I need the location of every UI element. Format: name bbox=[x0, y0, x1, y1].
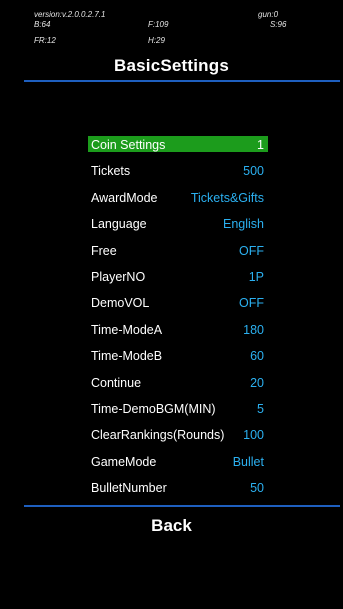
setting-label: GameMode bbox=[91, 454, 157, 469]
settings-row[interactable]: PlayerNO 1P bbox=[85, 268, 270, 294]
s-stat-text: S:96 bbox=[270, 20, 287, 29]
gun-text: gun:0 bbox=[258, 10, 279, 19]
setting-value: OFF bbox=[239, 243, 264, 258]
setting-value: 1P bbox=[248, 269, 264, 284]
page-title: BasicSettings bbox=[113, 56, 230, 75]
settings-row[interactable]: Tickets 500 bbox=[85, 162, 270, 188]
setting-value: OFF bbox=[239, 296, 264, 311]
settings-row[interactable]: Continue 20 bbox=[85, 374, 270, 400]
setting-value: 100 bbox=[243, 428, 264, 443]
setting-value: 60 bbox=[250, 349, 264, 364]
setting-label: Tickets bbox=[91, 164, 131, 179]
setting-label: Time-ModeA bbox=[91, 322, 163, 337]
setting-value: 50 bbox=[250, 481, 264, 496]
settings-row[interactable]: ClearRankings(Rounds) 100 bbox=[85, 426, 270, 452]
settings-row[interactable]: Time-ModeA 180 bbox=[85, 321, 270, 347]
setting-label: Time-ModeB bbox=[91, 349, 163, 364]
setting-label: Language bbox=[91, 217, 147, 232]
setting-value: 20 bbox=[250, 375, 264, 390]
fr-stat-text: FR:12 bbox=[34, 36, 56, 45]
settings-row[interactable]: Free OFF bbox=[85, 242, 270, 268]
setting-label: Continue bbox=[91, 375, 142, 390]
setting-value: 500 bbox=[243, 164, 264, 179]
settings-row[interactable]: Language English bbox=[85, 215, 270, 241]
setting-value: Tickets&Gifts bbox=[190, 190, 264, 205]
h-stat-text: H:29 bbox=[148, 36, 165, 45]
setting-label: Coin Settings bbox=[91, 138, 166, 152]
setting-label: Free bbox=[91, 243, 117, 258]
setting-value: 1 bbox=[257, 138, 264, 152]
setting-label: ClearRankings(Rounds) bbox=[91, 428, 225, 443]
version-text: version:v.2.0.0.2.7.1 bbox=[34, 10, 106, 19]
settings-row[interactable]: Time-ModeB 60 bbox=[85, 347, 270, 373]
b-stat-text: B:64 bbox=[34, 20, 51, 29]
setting-value: English bbox=[223, 217, 264, 232]
setting-value: 180 bbox=[243, 322, 264, 337]
setting-label: Time-DemoBGM(MIN) bbox=[91, 401, 216, 416]
setting-value: 5 bbox=[257, 401, 264, 416]
settings-row[interactable]: DemoVOL OFF bbox=[85, 294, 270, 320]
back-button[interactable]: Back bbox=[0, 516, 343, 536]
settings-row[interactable]: Time-DemoBGM(MIN) 5 bbox=[85, 400, 270, 426]
setting-label: PlayerNO bbox=[91, 269, 146, 284]
top-divider bbox=[24, 80, 340, 82]
settings-row[interactable]: AwardMode Tickets&Gifts bbox=[85, 189, 270, 215]
settings-row[interactable]: GameMode Bullet bbox=[85, 453, 270, 479]
settings-row[interactable]: Coin Settings 1 bbox=[85, 136, 270, 162]
setting-value: Bullet bbox=[232, 454, 264, 469]
setting-label: DemoVOL bbox=[91, 296, 150, 311]
settings-menu: Coin Settings 1 Tickets 500 AwardMode Tickets… bbox=[85, 136, 270, 505]
setting-label: AwardMode bbox=[91, 190, 158, 205]
settings-row[interactable]: BulletNumber 50 bbox=[85, 479, 270, 505]
f-stat-text: F:109 bbox=[148, 20, 169, 29]
setting-label: BulletNumber bbox=[91, 481, 167, 496]
bottom-divider bbox=[24, 505, 340, 507]
